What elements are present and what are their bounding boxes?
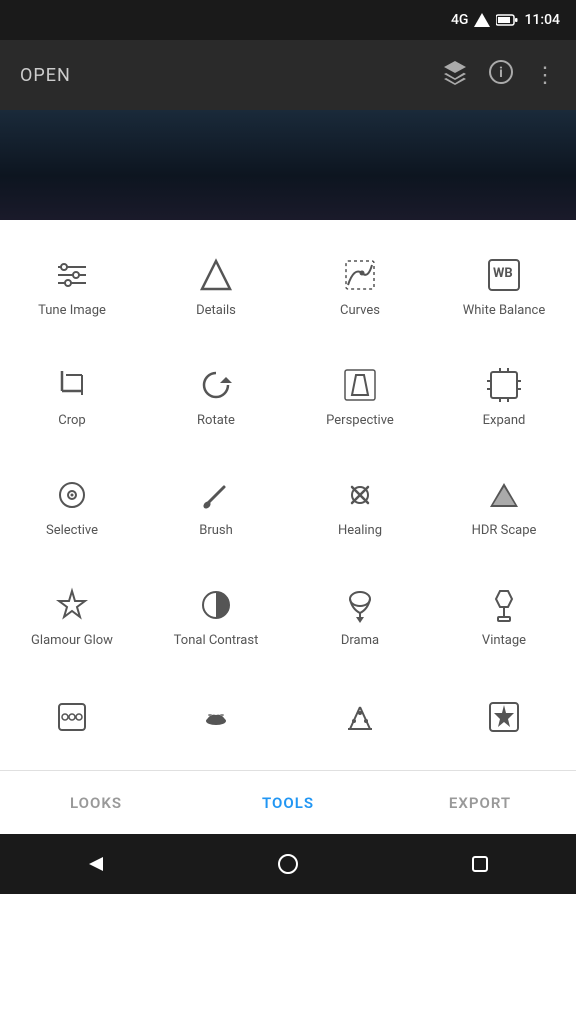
tool-white-balance[interactable]: WB White Balance <box>432 230 576 340</box>
layers-icon[interactable] <box>442 59 468 91</box>
tool-selective[interactable]: Selective <box>0 450 144 560</box>
tool-perspective[interactable]: Perspective <box>288 340 432 450</box>
more-icon[interactable]: ⋮ <box>534 63 556 88</box>
tool-healing[interactable]: Healing <box>288 450 432 560</box>
drama-label: Drama <box>341 633 379 650</box>
tool-tune-image[interactable]: Tune Image <box>0 230 144 340</box>
noir-icon <box>198 697 234 737</box>
wb-label: White Balance <box>463 303 546 320</box>
crop-label: Crop <box>58 413 85 430</box>
image-preview <box>0 110 576 220</box>
details-label: Details <box>196 303 236 320</box>
signal-icon <box>474 13 490 27</box>
vintage-icon <box>486 585 522 625</box>
tool-retrolux[interactable] <box>288 670 432 760</box>
details-icon <box>198 255 234 295</box>
partial-row <box>0 670 576 760</box>
selective-label: Selective <box>46 523 98 540</box>
healing-label: Healing <box>338 523 382 540</box>
back-button[interactable] <box>85 853 107 875</box>
selective-icon <box>54 475 90 515</box>
brush-icon <box>198 475 234 515</box>
bottom-nav: LOOKS TOOLS EXPORT <box>0 770 576 834</box>
wb-icon: WB <box>486 255 522 295</box>
tool-hdr-scape[interactable]: HDR Scape <box>432 450 576 560</box>
expand-icon <box>486 365 522 405</box>
svg-text:i: i <box>499 65 503 81</box>
expand-label: Expand <box>483 413 526 430</box>
rotate-label: Rotate <box>197 413 235 430</box>
svg-text:WB: WB <box>493 266 513 281</box>
perspective-icon <box>342 365 378 405</box>
tools-grid: Tune Image Details Curves <box>0 230 576 670</box>
crop-icon <box>54 365 90 405</box>
retrolux-icon <box>342 697 378 737</box>
tool-noir[interactable] <box>144 670 288 760</box>
nav-export[interactable]: EXPORT <box>384 794 576 812</box>
tool-vintage[interactable]: Vintage <box>432 560 576 670</box>
healing-icon <box>342 475 378 515</box>
open-label[interactable]: OPEN <box>20 65 71 86</box>
glamour-icon <box>54 585 90 625</box>
tool-brush[interactable]: Brush <box>144 450 288 560</box>
perspective-label: Perspective <box>326 413 394 430</box>
tool-drama[interactable]: Drama <box>288 560 432 670</box>
hdr-icon <box>486 475 522 515</box>
nav-tools[interactable]: TOOLS <box>192 794 384 812</box>
curves-icon <box>342 255 378 295</box>
nav-looks[interactable]: LOOKS <box>0 794 192 812</box>
tool-crop[interactable]: Crop <box>0 340 144 450</box>
grunge-icon <box>54 697 90 737</box>
tonal-label: Tonal Contrast <box>174 633 259 650</box>
drama-icon <box>342 585 378 625</box>
tool-expand[interactable]: Expand <box>432 340 576 450</box>
tool-glamour-glow[interactable]: Glamour Glow <box>0 560 144 670</box>
top-bar: OPEN i ⋮ <box>0 40 576 110</box>
tools-section: Tune Image Details Curves <box>0 220 576 770</box>
time-display: 11:04 <box>524 12 560 28</box>
vintage-label: Vintage <box>482 633 526 650</box>
hdr-label: HDR Scape <box>472 523 537 540</box>
android-nav-bar <box>0 834 576 894</box>
home-button[interactable] <box>277 853 299 875</box>
brush-label: Brush <box>199 523 233 540</box>
tune-label: Tune Image <box>38 303 106 320</box>
tool-tonal-contrast[interactable]: Tonal Contrast <box>144 560 288 670</box>
curves-label: Curves <box>340 303 380 320</box>
status-bar: 4G 11:04 <box>0 0 576 40</box>
network-indicator: 4G <box>451 12 469 28</box>
glamour-label: Glamour Glow <box>31 633 113 650</box>
recents-button[interactable] <box>469 853 491 875</box>
battery-icon <box>496 14 518 26</box>
tool-curves[interactable]: Curves <box>288 230 432 340</box>
tonal-icon <box>198 585 234 625</box>
photofx-icon <box>486 697 522 737</box>
tune-icon <box>54 255 90 295</box>
tool-photofx[interactable] <box>432 670 576 760</box>
rotate-icon <box>198 365 234 405</box>
tool-grunge[interactable] <box>0 670 144 760</box>
tool-rotate[interactable]: Rotate <box>144 340 288 450</box>
info-icon[interactable]: i <box>488 59 514 91</box>
tool-details[interactable]: Details <box>144 230 288 340</box>
